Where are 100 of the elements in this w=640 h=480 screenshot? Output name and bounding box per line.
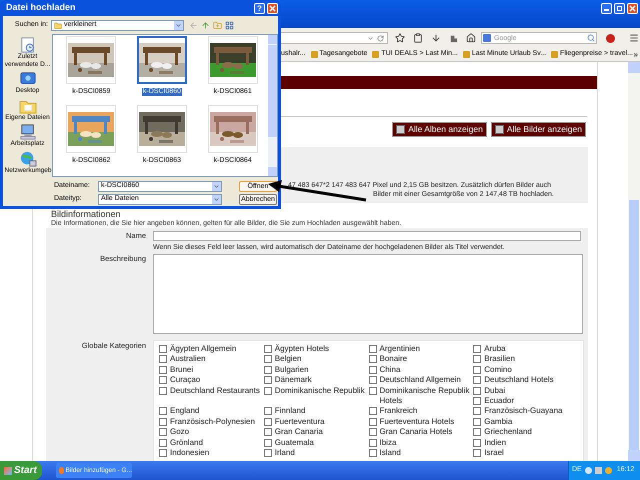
page-scrollbar[interactable] <box>628 62 640 461</box>
checkbox[interactable] <box>473 407 482 416</box>
checkbox[interactable] <box>159 438 167 447</box>
view-menu-icon[interactable] <box>225 21 234 30</box>
category-label: Grönland <box>170 438 204 448</box>
category-label: Brunei <box>170 364 194 376</box>
description-field[interactable] <box>153 254 583 334</box>
help-button[interactable]: ? <box>254 2 265 14</box>
category-label: Französisch-Polynesien <box>170 416 256 428</box>
menu-icon[interactable] <box>629 33 639 43</box>
category-label: Deutschland Restaurants <box>170 386 261 396</box>
checkbox[interactable] <box>159 355 167 364</box>
category-label: Indien <box>484 438 508 448</box>
checkbox[interactable] <box>264 366 272 374</box>
checkbox[interactable] <box>473 438 482 447</box>
folder-icon <box>54 22 62 30</box>
category-label: Ägypten Hotels <box>274 344 330 354</box>
category-label: Fuerteventura Hotels <box>380 416 456 428</box>
checkbox[interactable] <box>473 355 482 364</box>
category-label: Australien <box>170 354 207 365</box>
category-label: Brasilien <box>484 354 516 365</box>
checkbox[interactable] <box>159 449 167 458</box>
category-label: Deutschland Allgemein <box>380 375 462 386</box>
checkbox[interactable] <box>473 428 482 436</box>
up-folder-icon[interactable] <box>201 21 210 30</box>
checkbox[interactable] <box>159 345 167 353</box>
checkbox[interactable] <box>264 407 272 416</box>
checkbox[interactable] <box>159 418 167 426</box>
checkbox[interactable] <box>264 345 272 353</box>
checkbox[interactable] <box>368 355 376 364</box>
checkbox[interactable] <box>473 366 482 374</box>
category-label: Argentinien <box>380 344 421 354</box>
computer-icon <box>18 124 36 140</box>
name-field[interactable] <box>153 231 581 241</box>
view-all-button[interactable]: Alle Alben anzeigen <box>392 122 487 137</box>
checkbox[interactable] <box>159 376 167 384</box>
checkbox[interactable] <box>473 397 482 406</box>
category-label: Curaçao <box>170 375 202 386</box>
checkbox[interactable] <box>159 407 167 416</box>
thumbnail-frame[interactable] <box>136 36 187 84</box>
checkbox[interactable] <box>473 345 482 353</box>
checkbox[interactable] <box>368 438 376 447</box>
checkbox[interactable] <box>159 366 167 374</box>
checkbox[interactable] <box>473 386 482 395</box>
checkbox[interactable] <box>264 355 272 364</box>
bookmark-star-icon[interactable] <box>395 33 405 43</box>
category-label: Gran Canaria <box>274 427 324 438</box>
checkbox[interactable] <box>368 345 376 353</box>
checkbox[interactable] <box>473 418 482 426</box>
restore-button[interactable] <box>614 3 625 14</box>
category-label: Belgien <box>274 354 302 365</box>
bookmark-favicon-icon <box>372 51 380 58</box>
checkbox[interactable] <box>264 428 272 436</box>
checkbox[interactable] <box>368 376 376 384</box>
download-icon[interactable] <box>431 33 441 43</box>
checkbox[interactable] <box>159 428 167 436</box>
view-all-button[interactable]: Alle Bilder anzeigen <box>490 122 586 137</box>
reload-icon[interactable] <box>377 34 384 42</box>
scrollbar[interactable] <box>268 35 277 176</box>
checkbox[interactable] <box>264 418 272 426</box>
checkbox[interactable] <box>368 449 376 458</box>
section-title: Bildinformationen <box>51 209 122 219</box>
search-engine-icon <box>483 34 491 42</box>
bookmark-favicon-icon <box>551 51 558 58</box>
search-icon[interactable] <box>587 34 595 42</box>
category-label: Guatemala <box>274 438 315 448</box>
close-button[interactable] <box>627 3 638 14</box>
checkbox[interactable] <box>368 428 376 436</box>
category-label: Ecuador <box>484 396 516 406</box>
checkbox[interactable] <box>159 386 167 395</box>
category-label: Ibiza <box>380 438 398 448</box>
checkbox[interactable] <box>368 418 376 426</box>
adblock-icon[interactable] <box>606 34 615 42</box>
checkbox[interactable] <box>264 449 272 458</box>
close-icon <box>629 5 636 12</box>
category-label: Frankreich <box>380 406 418 417</box>
checkbox[interactable] <box>264 376 272 384</box>
bookmark-favicon-icon <box>310 51 318 58</box>
close-button[interactable] <box>267 2 278 14</box>
category-label: Island <box>380 448 402 458</box>
checkbox[interactable] <box>368 366 376 374</box>
checkbox[interactable] <box>368 386 376 395</box>
album-icon <box>396 125 406 134</box>
category-label: Dubai <box>484 386 506 396</box>
start-button[interactable]: Start <box>0 461 42 480</box>
minimize-button[interactable] <box>601 3 612 14</box>
category-label: China <box>380 364 402 376</box>
checkbox[interactable] <box>368 407 376 416</box>
category-label: England <box>170 406 200 417</box>
home-icon[interactable] <box>466 33 476 43</box>
desktop-icon <box>18 71 36 87</box>
checkbox[interactable] <box>473 449 482 458</box>
more-bookmarks[interactable]: » <box>634 48 638 60</box>
category-label: Comino <box>484 364 513 376</box>
browser-icon <box>59 467 64 474</box>
checkbox[interactable] <box>264 386 272 395</box>
checkbox[interactable] <box>264 438 272 447</box>
clock-document-icon <box>18 37 36 53</box>
clipboard-icon[interactable] <box>413 33 423 43</box>
checkbox[interactable] <box>473 376 482 384</box>
